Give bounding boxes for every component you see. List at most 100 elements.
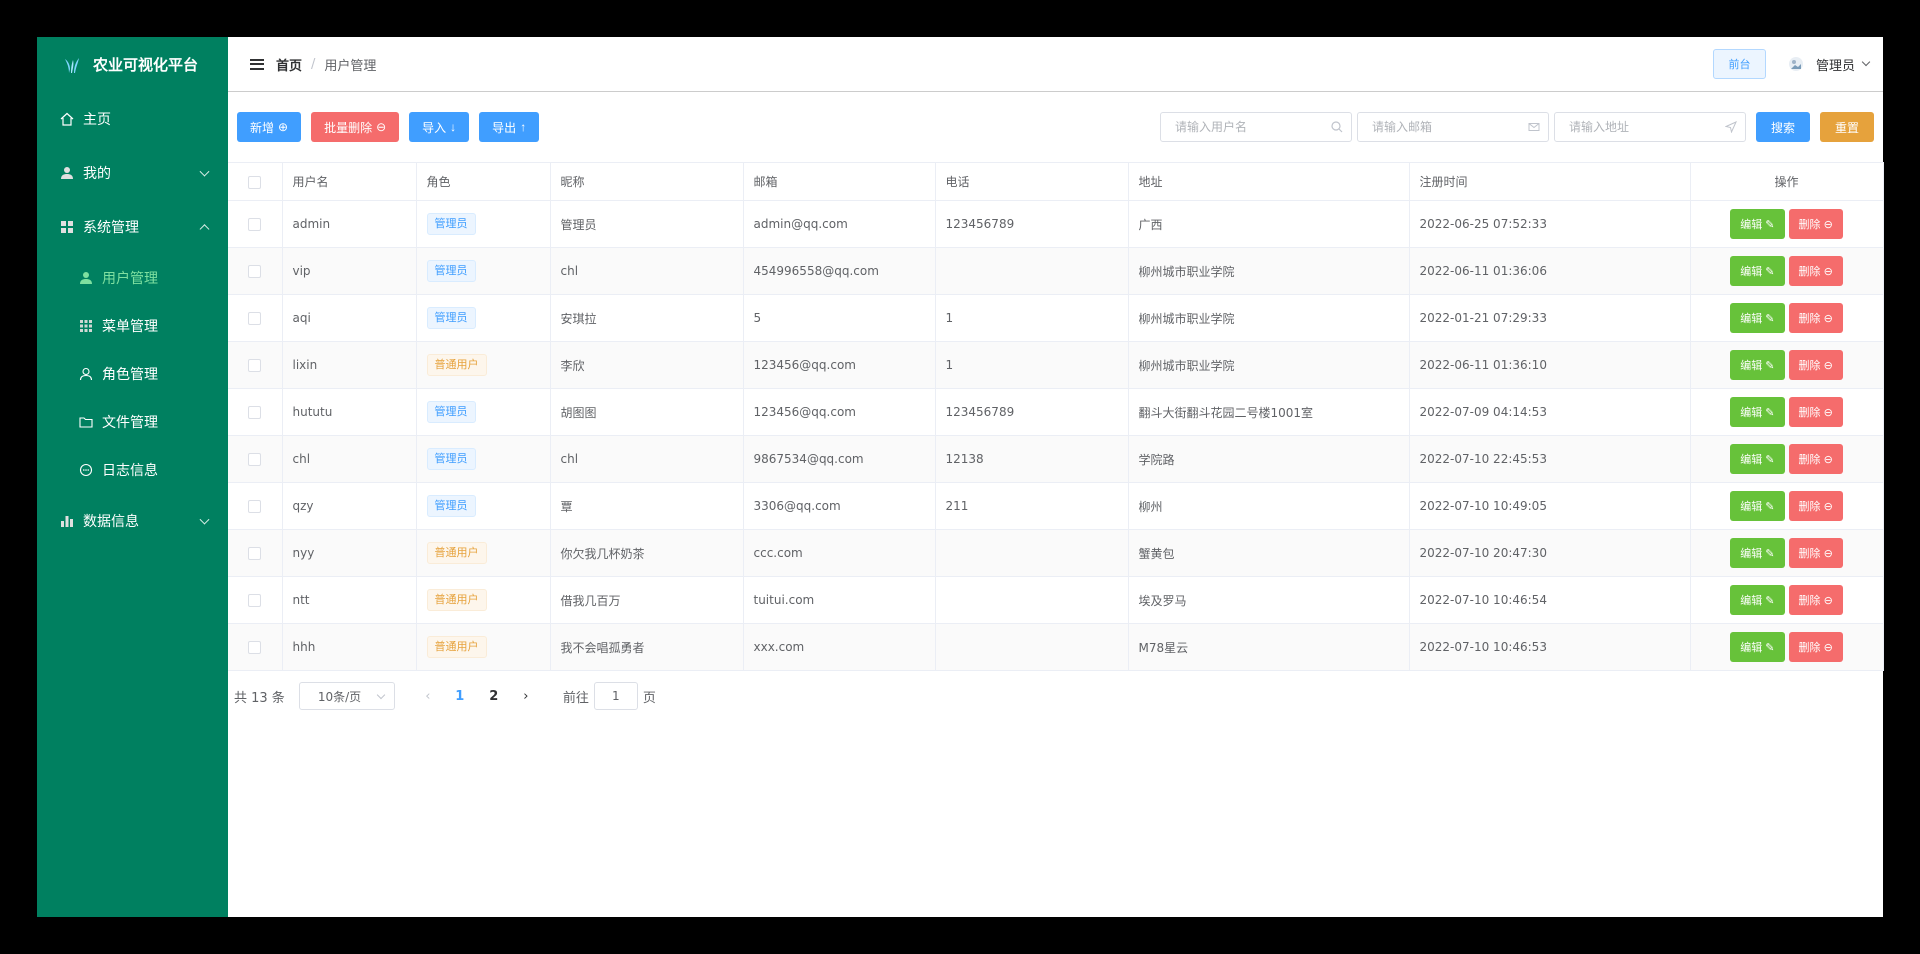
row-checkbox[interactable] (248, 406, 262, 419)
pencil-icon: ✎ (1765, 312, 1775, 325)
col-header-phone[interactable]: 电话 (935, 162, 1129, 201)
export-button[interactable]: 导出 ↑ (479, 112, 540, 142)
batch-delete-button[interactable]: 批量删除 ⊖ (311, 112, 400, 142)
delete-button[interactable]: 删除 ⊖ (1788, 303, 1843, 333)
cell-phone: 123456789 (935, 388, 1129, 436)
select-all-checkbox[interactable] (248, 175, 262, 189)
delete-button[interactable]: 删除 ⊖ (1788, 444, 1843, 474)
sidebar-item-mine[interactable]: 我的 (37, 146, 228, 200)
chevron-down-icon[interactable] (1861, 57, 1871, 67)
edit-button[interactable]: 编辑 ✎ (1730, 350, 1785, 380)
row-select-cell (228, 200, 283, 248)
import-button[interactable]: 导入 ↓ (409, 112, 470, 142)
col-header-address[interactable]: 地址 (1128, 162, 1410, 201)
add-button[interactable]: 新增 ⊕ (237, 112, 302, 142)
user-name[interactable]: 管理员 (1816, 55, 1855, 74)
edit-button[interactable]: 编辑 ✎ (1730, 632, 1785, 662)
delete-button[interactable]: 删除 ⊖ (1788, 585, 1843, 615)
sidebar-item-label: 用户管理 (102, 271, 158, 287)
cell-email: 123456@qq.com (743, 341, 936, 389)
cell-email: 454996558@qq.com (743, 247, 936, 295)
delete-label: 删除 (1798, 595, 1821, 607)
sidebar-item-label: 菜单管理 (102, 319, 158, 335)
edit-button[interactable]: 编辑 ✎ (1730, 585, 1785, 615)
page-number[interactable]: 1 (443, 682, 477, 710)
cell-username: aqi (282, 294, 417, 342)
delete-button[interactable]: 删除 ⊖ (1788, 632, 1843, 662)
delete-button[interactable]: 删除 ⊖ (1788, 491, 1843, 521)
edit-button[interactable]: 编辑 ✎ (1730, 538, 1785, 568)
row-checkbox[interactable] (248, 500, 262, 513)
toolbar: 新增 ⊕ 批量删除 ⊖ 导入 ↓ 导出 ↑ 请输入用户名 请输入邮箱 请输入地址… (228, 92, 1883, 162)
col-header-role[interactable]: 角色 (416, 162, 551, 201)
delete-button[interactable]: 删除 ⊖ (1788, 538, 1843, 568)
table-row: vip 管理员 chl 454996558@qq.com 柳州城市职业学院 2022-06… (228, 247, 1884, 295)
sidebar-item-user-management[interactable]: 用户管理 (37, 254, 228, 302)
sidebar-item-menu-management[interactable]: 菜单管理 (37, 302, 228, 350)
sidebar-item-file-management[interactable]: 文件管理 (37, 398, 228, 446)
edit-label: 编辑 (1740, 501, 1763, 513)
sidebar-item-data-info[interactable]: 数据信息 (37, 494, 228, 548)
cell-role: 管理员 (416, 435, 551, 483)
row-checkbox[interactable] (248, 312, 262, 325)
row-checkbox[interactable] (248, 547, 262, 560)
col-header-nickname[interactable]: 昵称 (550, 162, 744, 201)
edit-button[interactable]: 编辑 ✎ (1730, 444, 1785, 474)
delete-button[interactable]: 删除 ⊖ (1788, 350, 1843, 380)
edit-button[interactable]: 编辑 ✎ (1730, 209, 1785, 239)
hamburger-menu-icon[interactable] (250, 58, 264, 70)
col-header-created[interactable]: 注册时间 (1409, 162, 1691, 201)
front-page-button[interactable]: 前台 (1712, 49, 1766, 79)
row-checkbox[interactable] (248, 218, 262, 231)
header-right: 前台 管理员 (1712, 49, 1871, 79)
cell-actions: 编辑 ✎ 删除 ⊖ (1690, 341, 1884, 389)
row-checkbox[interactable] (248, 453, 262, 466)
address-search-input[interactable] (1568, 120, 1725, 134)
pencil-icon: ✎ (1765, 453, 1775, 466)
search-icon (1331, 121, 1343, 133)
reset-button[interactable]: 重置 (1819, 112, 1874, 142)
row-checkbox[interactable] (248, 594, 262, 607)
page-size-select[interactable]: 10条/页 (298, 682, 395, 710)
cell-address: 柳州城市职业学院 (1128, 294, 1410, 342)
delete-button[interactable]: 删除 ⊖ (1788, 209, 1843, 239)
pencil-icon: ✎ (1765, 406, 1775, 419)
page-number[interactable]: 2 (477, 682, 511, 710)
next-page-button[interactable]: › (511, 682, 541, 710)
col-header-email[interactable]: 邮箱 (743, 162, 936, 201)
col-header-actions: 操作 (1690, 162, 1884, 201)
row-checkbox[interactable] (248, 265, 262, 278)
edit-label: 编辑 (1740, 313, 1763, 325)
edit-button[interactable]: 编辑 ✎ (1730, 397, 1785, 427)
row-select-cell (228, 247, 283, 295)
page-jump-input[interactable] (593, 682, 638, 710)
cell-role: 管理员 (416, 294, 551, 342)
avatar[interactable] (1788, 56, 1804, 72)
edit-button[interactable]: 编辑 ✎ (1730, 256, 1785, 286)
breadcrumb-home[interactable]: 首页 (276, 55, 302, 74)
search-button[interactable]: 搜索 (1755, 112, 1810, 142)
cell-nickname: 胡图图 (550, 388, 744, 436)
delete-button[interactable]: 删除 ⊖ (1788, 397, 1843, 427)
cell-role: 管理员 (416, 482, 551, 530)
sidebar-item-log-info[interactable]: 日志信息 (37, 446, 228, 494)
role-tag: 普通用户 (426, 542, 487, 564)
sidebar-item-role-management[interactable]: 角色管理 (37, 350, 228, 398)
row-checkbox[interactable] (248, 641, 262, 654)
role-tag: 管理员 (426, 307, 476, 329)
sidebar-item-system[interactable]: 系统管理 (37, 200, 228, 254)
cell-actions: 编辑 ✎ 删除 ⊖ (1690, 388, 1884, 436)
col-header-username[interactable]: 用户名 (282, 162, 417, 201)
cell-email: admin@qq.com (743, 200, 936, 248)
row-checkbox[interactable] (248, 359, 262, 372)
email-search-input[interactable] (1371, 120, 1528, 134)
prev-page-button[interactable]: ‹ (413, 682, 443, 710)
role-tag: 管理员 (426, 448, 476, 470)
sidebar-item-label: 数据信息 (83, 514, 139, 530)
username-search-input[interactable] (1174, 120, 1331, 134)
delete-label: 删除 (1798, 642, 1821, 654)
sidebar-item-home[interactable]: 主页 (37, 92, 228, 146)
edit-button[interactable]: 编辑 ✎ (1730, 303, 1785, 333)
edit-button[interactable]: 编辑 ✎ (1730, 491, 1785, 521)
delete-button[interactable]: 删除 ⊖ (1788, 256, 1843, 286)
